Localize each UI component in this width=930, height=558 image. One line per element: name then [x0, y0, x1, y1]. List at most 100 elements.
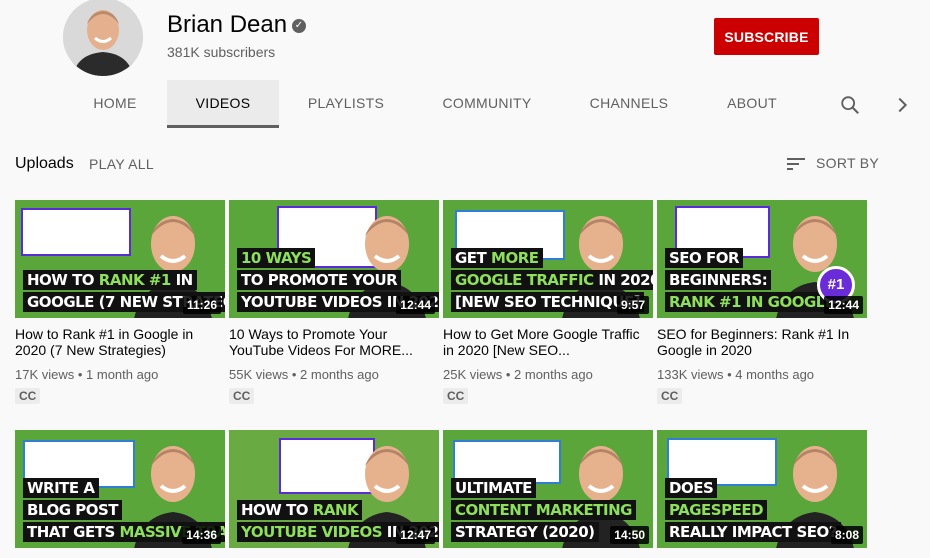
video-thumbnail[interactable]: DOES PAGESPEED REALLY IMPACT SEO? 8:08	[657, 430, 867, 548]
caption-text: [NEW SEO TECHNIQUE]	[455, 293, 641, 311]
video-duration: 8:08	[830, 526, 863, 544]
thumbnail-caption: WRITE ABLOG POSTTHAT GETS MASSIVE TRAFFI…	[23, 476, 225, 542]
caption-text: 10 WAYS	[241, 249, 312, 267]
subscribe-button[interactable]: SUBSCRIBE	[714, 18, 819, 55]
search-icon[interactable]	[839, 94, 861, 116]
channel-header: Brian Dean ✓ 381K subscribers SUBSCRIBE …	[0, 0, 930, 128]
section-title: Uploads	[15, 155, 74, 172]
caption-line: TO PROMOTE YOUR	[237, 270, 402, 290]
caption-line: HOW TO RANK #1 IN	[23, 270, 197, 290]
meta-separator: •	[288, 367, 301, 382]
caption-line: ULTIMATE	[451, 478, 536, 498]
chevron-right-icon[interactable]	[891, 94, 913, 116]
videos-content: Uploads PLAY ALL SORT BY HOW TO RANK #1 …	[0, 128, 930, 558]
tab-playlists[interactable]: PLAYLISTS	[293, 80, 399, 128]
caption-text: RANK #1	[98, 271, 172, 289]
meta-separator: •	[723, 367, 736, 382]
caption-text: BEGINNERS:	[669, 271, 768, 289]
video-duration: 12:47	[396, 526, 435, 544]
tab-home[interactable]: HOME	[64, 80, 166, 128]
video-thumbnail[interactable]: SEO FOR BEGINNERS: RANK #1 IN GOOGLE #1 12:4…	[657, 200, 867, 318]
video-meta: 55K views • 2 months ago	[229, 367, 439, 382]
caption-text: THAT GETS	[27, 523, 120, 541]
video-title[interactable]: 10 Ways to Promote Your YouTube Videos F…	[229, 326, 439, 358]
video-card[interactable]: WRITE ABLOG POSTTHAT GETS MASSIVE TRAFFI…	[15, 430, 225, 548]
upload-age: 2 months ago	[514, 367, 593, 382]
video-card[interactable]: SEO FOR BEGINNERS: RANK #1 IN GOOGLE #1 12:4…	[657, 200, 867, 405]
video-thumbnail[interactable]: 10 WAYS TO PROMOTE YOUR YOUTUBE VIDEOS IN …	[229, 200, 439, 318]
caption-line: BLOG POST	[23, 500, 123, 520]
caption-line: HOW TO RANK	[237, 500, 363, 520]
verified-check-icon: ✓	[292, 19, 306, 33]
caption-line: 10 WAYS	[237, 248, 316, 268]
video-thumbnail[interactable]: ULTIMATE CONTENT MARKETING STRATEGY (2020)…	[443, 430, 653, 548]
caption-text: MORE	[491, 249, 539, 267]
video-duration: 14:36	[182, 526, 221, 544]
caption-text: IN	[170, 271, 194, 289]
cc-badge: CC	[443, 388, 469, 404]
video-duration: 11:26	[182, 296, 221, 314]
video-card[interactable]: HOW TO RANK #1 INGOOGLE (7 NEW STRATEGIE…	[15, 200, 225, 405]
video-thumbnail[interactable]: HOW TO RANKYOUTUBE VIDEOS IN 202012:47	[229, 430, 439, 548]
caption-text: TO PROMOTE YOUR	[241, 271, 398, 289]
caption-text: REALLY IMPACT SEO?	[669, 523, 837, 541]
video-duration: 14:50	[610, 526, 649, 544]
video-duration: 12:44	[824, 296, 863, 314]
play-all-button[interactable]: PLAY ALL	[89, 156, 154, 172]
cc-badge: CC	[15, 388, 41, 404]
video-title[interactable]: SEO for Beginners: Rank #1 In Google in …	[657, 326, 867, 358]
caption-text: BLOG POST	[27, 501, 119, 519]
video-title[interactable]: How to Rank #1 in Google in 2020 (7 New …	[15, 326, 225, 358]
thumbnail-caption: SEO FOR BEGINNERS: RANK #1 IN GOOGLE	[665, 246, 839, 312]
caption-text: CONTENT MARKETING	[455, 501, 632, 519]
caption-text: HOW TO	[27, 271, 99, 289]
thumbnail-caption: 10 WAYS TO PROMOTE YOUR YOUTUBE VIDEOS IN …	[237, 246, 439, 312]
meta-separator: •	[502, 367, 515, 382]
video-meta: 17K views • 1 month ago	[15, 367, 225, 382]
tab-community[interactable]: COMMUNITY	[428, 80, 546, 128]
channel-avatar[interactable]	[63, 0, 143, 76]
sort-by-label: SORT BY	[816, 155, 880, 171]
upload-age: 2 months ago	[300, 367, 379, 382]
caption-line: GOOGLE TRAFFIC IN 2020	[451, 270, 653, 290]
cc-badge: CC	[229, 388, 255, 404]
view-count: 55K views	[229, 367, 289, 382]
caption-line: GET MORE	[451, 248, 543, 268]
thumbnail-caption: ULTIMATE CONTENT MARKETING STRATEGY (2020)	[451, 476, 636, 542]
upload-age: 1 month ago	[86, 367, 159, 382]
caption-text: GOOGLE TRAFFIC	[455, 271, 594, 289]
video-card[interactable]: 10 WAYS TO PROMOTE YOUR YOUTUBE VIDEOS IN …	[229, 200, 439, 405]
video-title[interactable]: How to Get More Google Traffic in 2020 […	[443, 326, 653, 358]
video-thumbnail[interactable]: WRITE ABLOG POSTTHAT GETS MASSIVE TRAFFI…	[15, 430, 225, 548]
caption-text: IN 2020	[598, 271, 653, 289]
caption-text: STRATEGY (2020)	[455, 523, 595, 541]
thumbnail-caption: HOW TO RANK #1 INGOOGLE (7 NEW STRATEGIE…	[23, 268, 225, 312]
video-thumbnail[interactable]: HOW TO RANK #1 INGOOGLE (7 NEW STRATEGIE…	[15, 200, 225, 318]
video-card[interactable]: HOW TO RANKYOUTUBE VIDEOS IN 202012:47	[229, 430, 439, 548]
video-card[interactable]: DOES PAGESPEED REALLY IMPACT SEO? 8:08	[657, 430, 867, 548]
video-card[interactable]: ULTIMATE CONTENT MARKETING STRATEGY (2020)…	[443, 430, 653, 548]
video-thumbnail[interactable]: GET MOREGOOGLE TRAFFIC IN 2020[NEW SEO T…	[443, 200, 653, 318]
thumbnail-graphic	[21, 208, 131, 256]
caption-line: RANK #1 IN GOOGLE	[665, 292, 839, 312]
caption-line: WRITE A	[23, 478, 99, 498]
caption-text: YOUTUBE VIDEOS	[241, 523, 383, 541]
subscriber-count: 381K subscribers	[167, 44, 276, 60]
view-count: 133K views	[657, 367, 724, 382]
thumbnail-caption: DOES PAGESPEED REALLY IMPACT SEO?	[665, 476, 841, 542]
video-meta: 133K views • 4 months ago	[657, 367, 867, 382]
tab-about[interactable]: ABOUT	[712, 80, 792, 128]
caption-line: CONTENT MARKETING	[451, 500, 636, 520]
caption-line: [NEW SEO TECHNIQUE]	[451, 292, 645, 312]
video-duration: 12:44	[396, 296, 435, 314]
thumbnail-caption: HOW TO RANKYOUTUBE VIDEOS IN 2020	[237, 498, 439, 542]
thumbnail-caption: GET MOREGOOGLE TRAFFIC IN 2020[NEW SEO T…	[451, 246, 653, 312]
video-card[interactable]: GET MOREGOOGLE TRAFFIC IN 2020[NEW SEO T…	[443, 200, 653, 405]
video-meta: 25K views • 2 months ago	[443, 367, 653, 382]
caption-text: DOES	[669, 479, 714, 497]
tab-videos[interactable]: VIDEOS	[167, 80, 279, 128]
tab-channels[interactable]: CHANNELS	[576, 80, 682, 128]
caption-line: REALLY IMPACT SEO?	[665, 522, 841, 542]
channel-name: Brian Dean	[167, 11, 288, 38]
caption-text: HOW TO	[241, 501, 313, 519]
